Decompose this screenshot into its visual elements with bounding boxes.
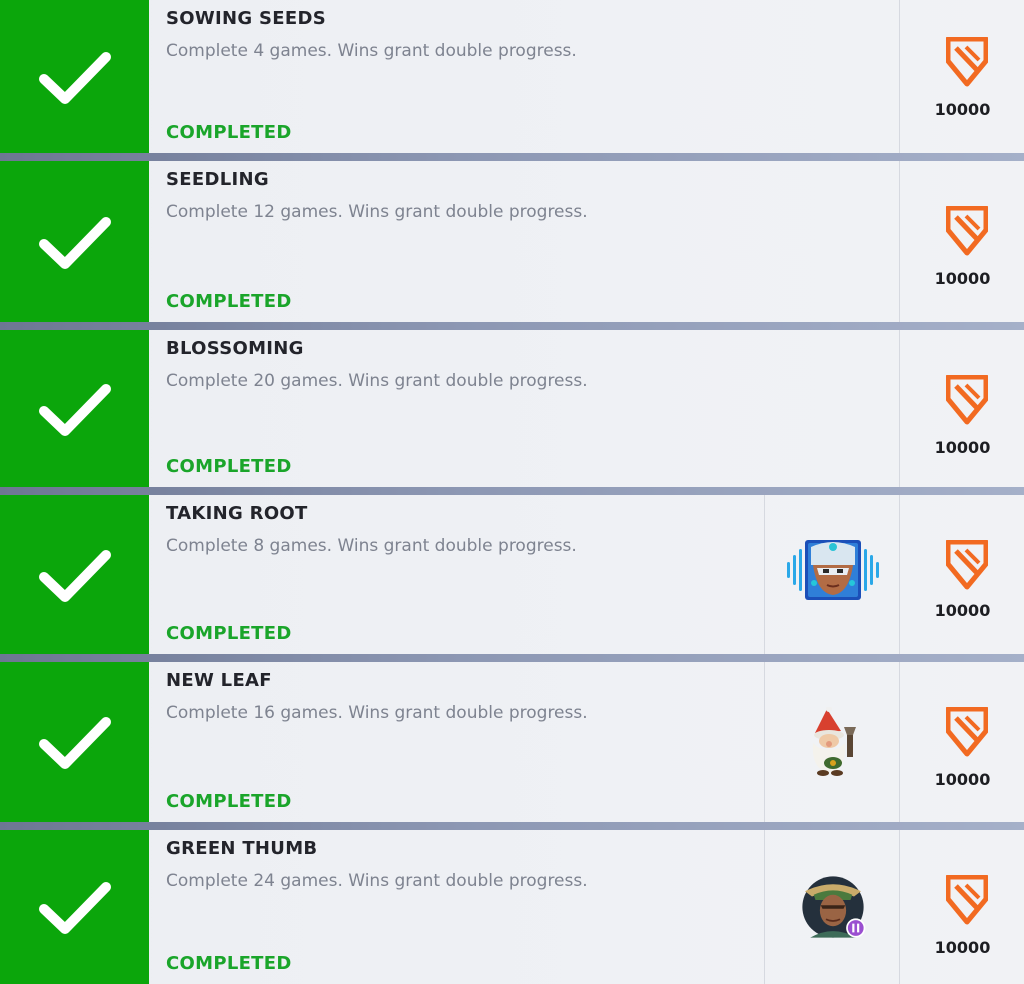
challenge-card[interactable]: SEEDLING Complete 12 games. Wins grant d… [0, 161, 1024, 322]
challenge-description: Complete 12 games. Wins grant double pro… [166, 202, 588, 222]
challenge-card[interactable]: NEW LEAF Complete 16 games. Wins grant d… [0, 662, 1024, 822]
shield-currency-icon [946, 875, 988, 925]
completed-check-box [0, 0, 149, 153]
reward-column: 10000 [899, 0, 1024, 153]
check-icon [38, 549, 111, 602]
challenge-description: Complete 24 games. Wins grant double pro… [166, 871, 588, 891]
challenge-description: Complete 8 games. Wins grant double prog… [166, 536, 577, 556]
card-divider [0, 153, 1024, 161]
challenge-title: GREEN THUMB [166, 838, 318, 859]
reward-column: 10000 [899, 662, 1024, 822]
challenge-title: NEW LEAF [166, 670, 272, 691]
challenge-description: Complete 16 games. Wins grant double pro… [166, 703, 588, 723]
reward-value: 10000 [934, 269, 991, 288]
check-icon [38, 51, 111, 104]
shield-currency-icon [946, 206, 988, 256]
check-icon [38, 717, 111, 769]
shield-currency-icon [946, 707, 988, 757]
challenge-card[interactable]: GREEN THUMB Complete 24 games. Wins gran… [0, 830, 1024, 984]
check-icon [38, 882, 111, 934]
reward-value: 10000 [934, 100, 991, 119]
reward-value: 10000 [934, 601, 991, 620]
completed-check-box [0, 830, 149, 984]
card-divider [0, 654, 1024, 662]
completed-check-box [0, 662, 149, 822]
reward-column: 10000 [899, 161, 1024, 322]
completed-check-box [0, 330, 149, 487]
challenge-status: COMPLETED [166, 291, 292, 312]
voice-line-icon[interactable] [783, 535, 883, 605]
challenge-title: SEEDLING [166, 169, 269, 190]
card-divider [0, 487, 1024, 495]
reward-value: 10000 [934, 770, 991, 789]
card-divider [0, 322, 1024, 330]
reward-column: 10000 [899, 330, 1024, 487]
card-divider [0, 822, 1024, 830]
completed-check-box [0, 161, 149, 322]
challenge-title: SOWING SEEDS [166, 8, 326, 29]
challenge-title: BLOSSOMING [166, 338, 304, 359]
challenge-card[interactable]: SOWING SEEDS Complete 4 games. Wins gran… [0, 0, 1024, 153]
gnome-spray-icon[interactable] [783, 707, 883, 777]
challenge-status: COMPLETED [166, 953, 292, 974]
item-reward-column [764, 830, 899, 984]
challenge-card[interactable]: TAKING ROOT Complete 8 games. Wins grant… [0, 495, 1024, 654]
challenge-status: COMPLETED [166, 122, 292, 143]
player-icon-portrait[interactable] [783, 872, 883, 942]
check-icon [38, 383, 111, 436]
challenge-status: COMPLETED [166, 456, 292, 477]
reward-value: 10000 [934, 438, 991, 457]
item-reward-column [764, 495, 899, 654]
reward-column: 10000 [899, 495, 1024, 654]
item-reward-column [764, 662, 899, 822]
challenge-card[interactable]: BLOSSOMING Complete 20 games. Wins grant… [0, 330, 1024, 487]
check-icon [38, 216, 111, 269]
reward-value: 10000 [934, 938, 991, 957]
challenge-title: TAKING ROOT [166, 503, 308, 524]
challenge-description: Complete 20 games. Wins grant double pro… [166, 371, 588, 391]
challenge-status: COMPLETED [166, 791, 292, 812]
completed-check-box [0, 495, 149, 654]
challenge-list: SOWING SEEDS Complete 4 games. Wins gran… [0, 0, 1024, 984]
challenge-status: COMPLETED [166, 623, 292, 644]
reward-column: 10000 [899, 830, 1024, 984]
shield-currency-icon [946, 37, 988, 87]
shield-currency-icon [946, 375, 988, 425]
shield-currency-icon [946, 540, 988, 590]
challenge-description: Complete 4 games. Wins grant double prog… [166, 41, 577, 61]
